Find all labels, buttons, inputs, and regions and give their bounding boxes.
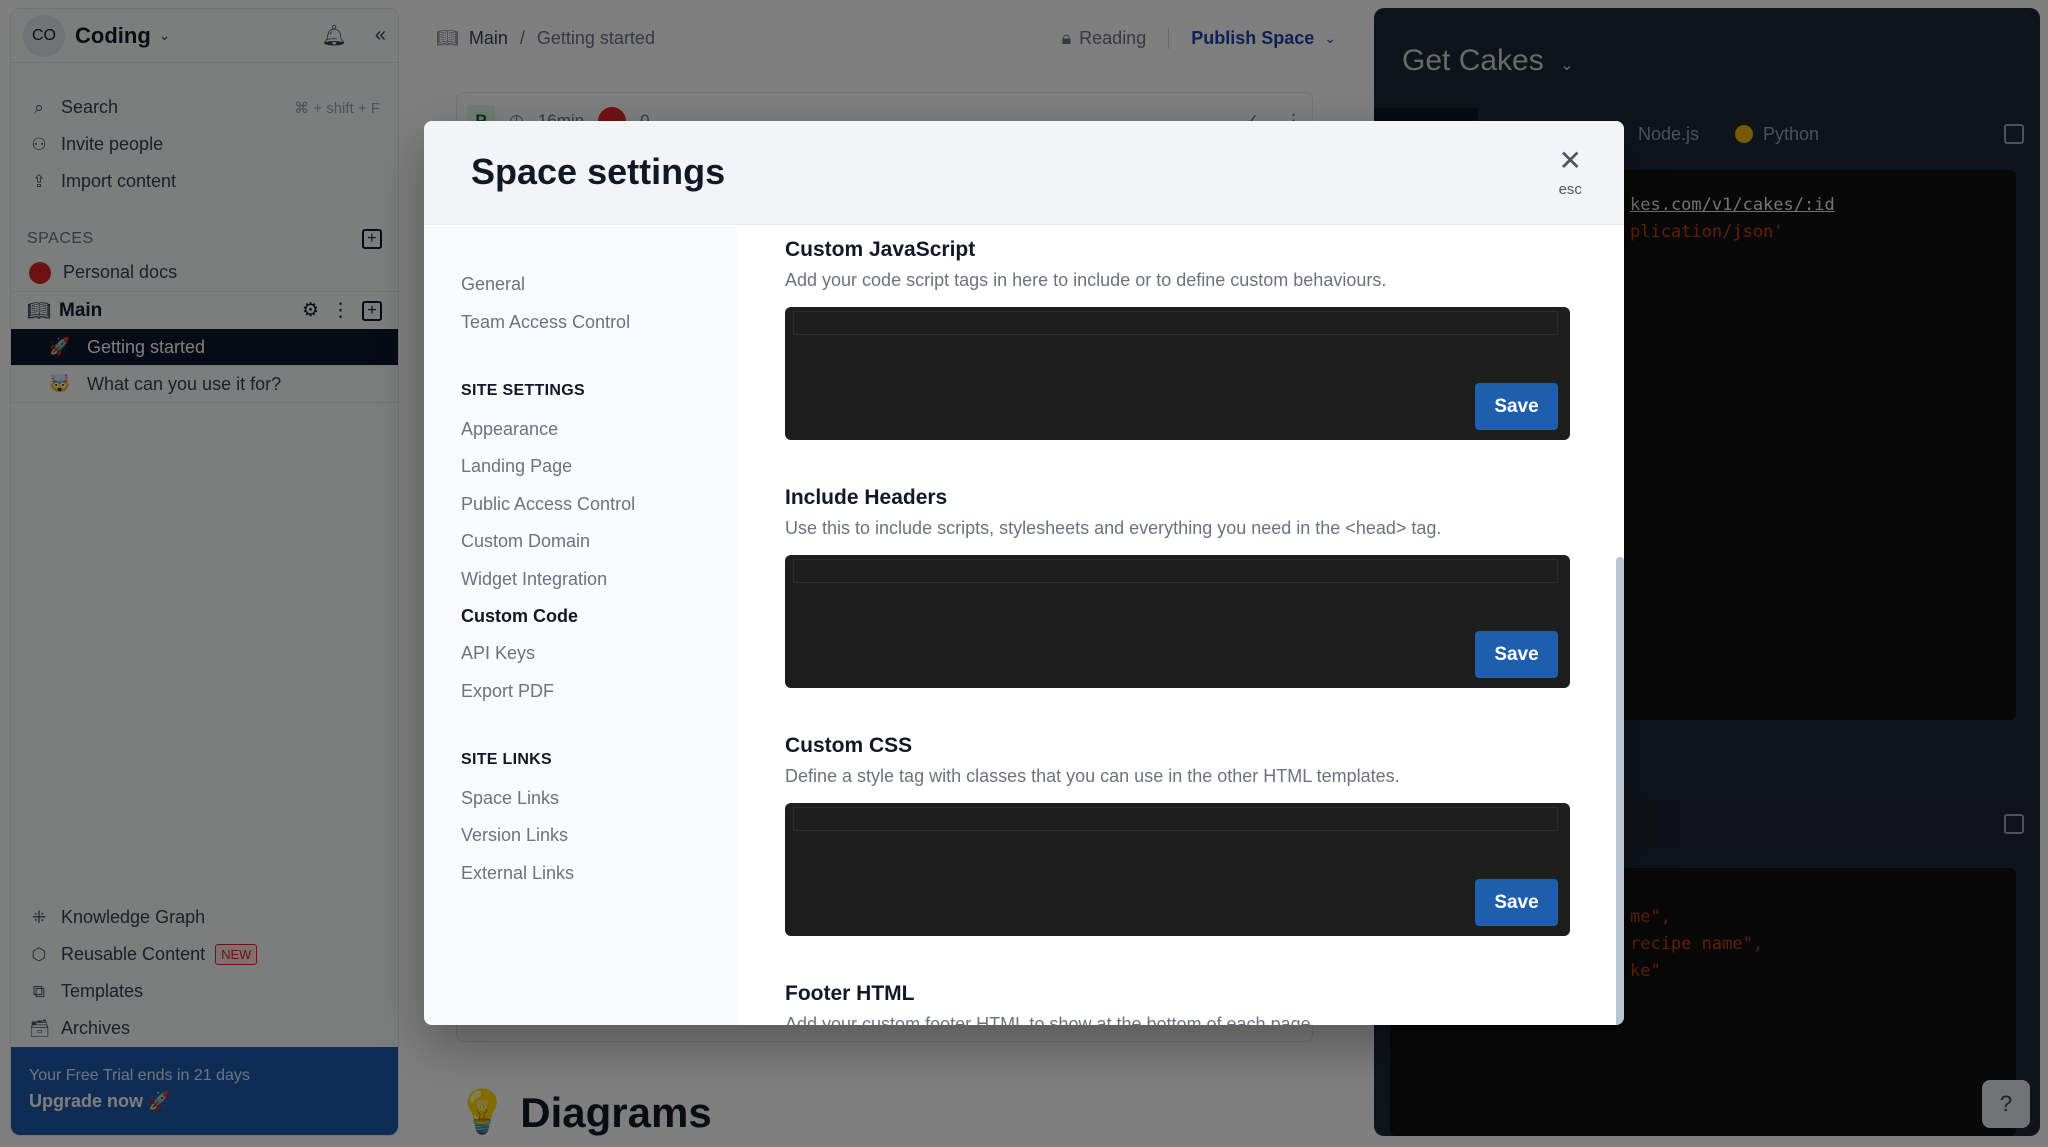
site-settings-heading: SITE SETTINGS — [461, 381, 585, 399]
custom-css-field: Custom CSS Define a style tag with class… — [785, 734, 1574, 936]
close-hint: esc — [1558, 181, 1582, 198]
footer-html-field: Footer HTML Add your custom footer HTML … — [785, 982, 1574, 1025]
nav-custom-code[interactable]: Custom Code — [461, 598, 738, 635]
modal-scrollbar[interactable] — [1616, 557, 1624, 1025]
field-label: Footer HTML — [785, 982, 915, 1005]
nav-public-access-control[interactable]: Public Access Control — [461, 486, 738, 523]
custom-code-settings: Custom JavaScript Add your code script t… — [785, 226, 1574, 1025]
nav-export-pdf[interactable]: Export PDF — [461, 673, 738, 710]
field-label: Include Headers — [785, 486, 948, 509]
nav-general[interactable]: General — [461, 266, 738, 303]
settings-nav: General Team Access Control SITE SETTING… — [424, 226, 738, 1025]
close-icon: ✕ — [1558, 145, 1582, 176]
editor-active-line — [793, 559, 1558, 583]
custom-javascript-field: Custom JavaScript Add your code script t… — [785, 238, 1574, 440]
close-button[interactable]: ✕ esc — [1558, 145, 1582, 199]
field-description: Add your custom footer HTML to show at t… — [785, 1014, 1316, 1025]
nav-space-links[interactable]: Space Links — [461, 780, 738, 817]
include-headers-field: Include Headers Use this to include scri… — [785, 486, 1574, 688]
nav-landing-page[interactable]: Landing Page — [461, 448, 738, 485]
nav-external-links[interactable]: External Links — [461, 855, 738, 892]
field-label: Custom CSS — [785, 734, 913, 757]
field-description: Use this to include scripts, stylesheets… — [785, 518, 1442, 538]
save-css-button[interactable]: Save — [1475, 879, 1558, 926]
nav-custom-domain[interactable]: Custom Domain — [461, 523, 738, 560]
nav-api-keys[interactable]: API Keys — [461, 635, 738, 672]
field-label: Custom JavaScript — [785, 238, 976, 261]
save-javascript-button[interactable]: Save — [1475, 383, 1558, 430]
nav-team-access-control[interactable]: Team Access Control — [461, 303, 738, 340]
nav-version-links[interactable]: Version Links — [461, 817, 738, 854]
nav-appearance[interactable]: Appearance — [461, 411, 738, 448]
modal-header: Space settings ✕ esc — [424, 121, 1624, 225]
editor-active-line — [793, 311, 1558, 335]
editor-active-line — [793, 807, 1558, 831]
save-headers-button[interactable]: Save — [1475, 631, 1558, 678]
custom-javascript-editor[interactable]: Save — [785, 307, 1570, 440]
field-description: Define a style tag with classes that you… — [785, 766, 1400, 786]
field-description: Add your code script tags in here to inc… — [785, 270, 1387, 290]
site-links-heading: SITE LINKS — [461, 750, 553, 768]
nav-widget-integration[interactable]: Widget Integration — [461, 560, 738, 597]
include-headers-editor[interactable]: Save — [785, 555, 1570, 688]
modal-title: Space settings — [471, 151, 726, 192]
custom-css-editor[interactable]: Save — [785, 803, 1570, 936]
space-settings-modal: Space settings ✕ esc General Team Access… — [424, 121, 1624, 1025]
